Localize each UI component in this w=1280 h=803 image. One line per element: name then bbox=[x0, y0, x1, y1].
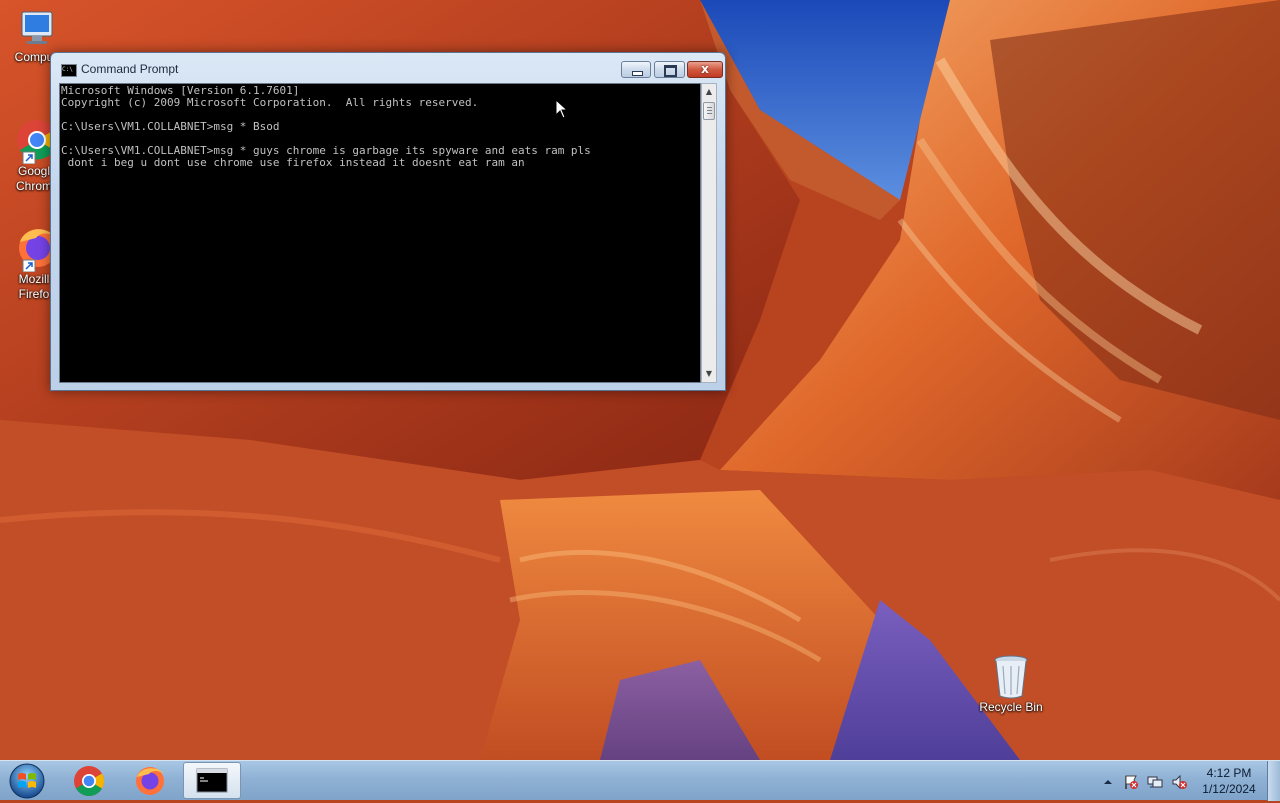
mouse-cursor-icon bbox=[555, 99, 569, 119]
windows-logo-icon bbox=[9, 763, 45, 799]
desktop-icon-label: Recycle Bin bbox=[979, 700, 1043, 714]
taskbar-firefox-button[interactable] bbox=[121, 762, 179, 799]
show-hidden-icons-icon[interactable] bbox=[1100, 774, 1116, 790]
clock-time: 4:12 PM bbox=[1206, 766, 1252, 780]
command-prompt-icon: C:\ bbox=[61, 64, 77, 77]
maximize-button[interactable] bbox=[654, 61, 685, 78]
scroll-up-icon[interactable]: ▲ bbox=[702, 84, 716, 100]
vertical-scrollbar[interactable]: ▲ ▼ bbox=[701, 83, 717, 383]
scroll-down-icon[interactable]: ▼ bbox=[702, 366, 716, 382]
recycle-bin-icon bbox=[994, 655, 1028, 699]
desktop-icon-recycle-bin[interactable]: Recycle Bin bbox=[975, 654, 1047, 715]
taskbar-command-prompt-button[interactable] bbox=[183, 762, 241, 799]
scrollbar-thumb[interactable] bbox=[703, 102, 715, 120]
close-button[interactable]: x bbox=[687, 61, 723, 78]
action-center-flag-icon[interactable] bbox=[1123, 774, 1139, 790]
taskbar-chrome-button[interactable] bbox=[60, 762, 118, 799]
window-titlebar[interactable]: C:\ Command Prompt x bbox=[51, 53, 725, 83]
show-desktop-button[interactable] bbox=[1267, 761, 1280, 801]
computer-icon bbox=[21, 11, 53, 44]
taskbar: 4:12 PM 1/12/2024 bbox=[0, 760, 1280, 801]
network-icon[interactable] bbox=[1147, 774, 1163, 790]
command-prompt-icon bbox=[196, 768, 228, 793]
console-text: Microsoft Windows [Version 6.1.7601] Cop… bbox=[61, 84, 591, 169]
volume-muted-icon[interactable] bbox=[1171, 774, 1187, 790]
minimize-button[interactable] bbox=[621, 61, 651, 78]
taskbar-clock[interactable]: 4:12 PM 1/12/2024 bbox=[1195, 765, 1263, 797]
start-button[interactable] bbox=[5, 762, 49, 800]
window-title: Command Prompt bbox=[81, 62, 179, 76]
chrome-icon bbox=[74, 766, 105, 797]
close-icon: x bbox=[701, 62, 709, 76]
console-output[interactable]: Microsoft Windows [Version 6.1.7601] Cop… bbox=[59, 83, 701, 383]
clock-date: 1/12/2024 bbox=[1202, 782, 1256, 796]
command-prompt-window[interactable]: C:\ Command Prompt x Microsoft Windows [… bbox=[50, 52, 726, 391]
firefox-icon bbox=[136, 767, 164, 795]
